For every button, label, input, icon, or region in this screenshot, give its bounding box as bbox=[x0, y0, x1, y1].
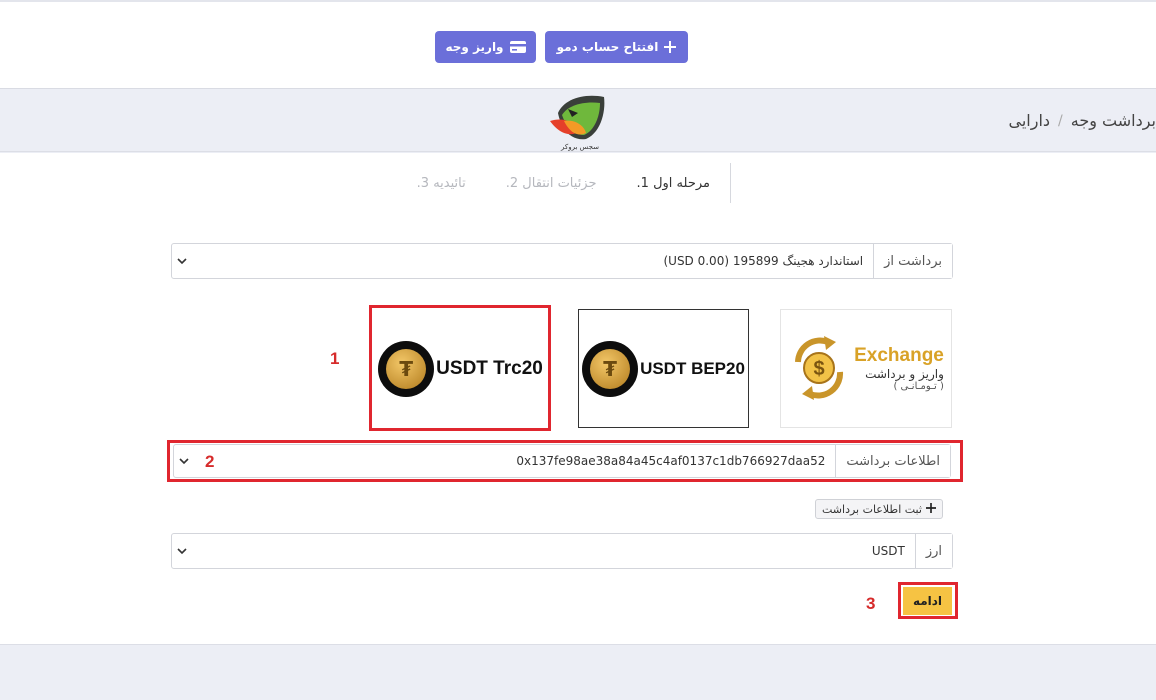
breadcrumb-bar: سجس بروکر برداشت وجه / دارایی bbox=[0, 89, 1156, 152]
top-bar: افتتاح حساب دمو واریز وجه bbox=[0, 0, 1156, 89]
method-usdt-bep20-label: USDT BEP20 bbox=[640, 358, 745, 378]
breadcrumb: برداشت وجه / دارایی bbox=[1009, 111, 1156, 130]
method-usdt-bep20[interactable]: ₮ USDT BEP20 bbox=[578, 309, 749, 428]
withdraw-from-value[interactable]: استاندارد هجینگ 195899 (USD 0.00) bbox=[192, 244, 873, 278]
deposit-label: واریز وجه bbox=[445, 40, 504, 54]
add-withdraw-info-label: ثبت اطلاعات برداشت bbox=[822, 502, 922, 516]
tether-coin-icon: ₮ bbox=[582, 340, 639, 397]
credit-card-icon bbox=[509, 41, 526, 53]
plus-icon bbox=[925, 502, 936, 516]
chevron-down-icon[interactable] bbox=[172, 244, 192, 278]
dollar-exchange-icon: $ bbox=[788, 332, 850, 406]
breadcrumb-previous[interactable]: دارایی bbox=[1009, 111, 1051, 130]
currency-select[interactable]: ارز USDT bbox=[171, 533, 953, 569]
highlight-box-1 bbox=[369, 305, 551, 431]
annotation-3: 3 bbox=[866, 594, 876, 613]
annotation-2: 2 bbox=[205, 452, 215, 471]
broker-logo[interactable]: سجس بروکر bbox=[544, 91, 612, 151]
highlight-box-2 bbox=[167, 440, 963, 482]
wizard-steps: مرحله اول 1. جزئیات انتقال 2. تائیدیه 3. bbox=[400, 163, 731, 203]
plus-icon bbox=[664, 41, 677, 53]
annotation-1: 1 bbox=[330, 349, 340, 368]
chevron-down-icon[interactable] bbox=[172, 534, 192, 568]
breadcrumb-current: برداشت وجه bbox=[1070, 111, 1156, 130]
withdraw-panel: مرحله اول 1. جزئیات انتقال 2. تائیدیه 3.… bbox=[0, 153, 1156, 645]
withdraw-from-select[interactable]: برداشت از استاندارد هجینگ 195899 (USD 0.… bbox=[171, 243, 953, 279]
currency-value[interactable]: USDT bbox=[192, 534, 915, 568]
exchange-subtitle: واریز و برداشت bbox=[865, 367, 944, 381]
breadcrumb-separator: / bbox=[1058, 112, 1063, 129]
step-3[interactable]: تائیدیه 3. bbox=[397, 176, 486, 191]
open-demo-account-button[interactable]: افتتاح حساب دمو bbox=[545, 31, 688, 63]
step-1[interactable]: مرحله اول 1. bbox=[617, 176, 730, 191]
step-2[interactable]: جزئیات انتقال 2. bbox=[486, 176, 617, 191]
add-withdraw-info-button[interactable]: ثبت اطلاعات برداشت bbox=[815, 499, 943, 519]
method-exchange-toman[interactable]: $ Exchange واریز و برداشت ( تـومـانـی ) bbox=[780, 309, 952, 428]
highlight-box-3 bbox=[898, 582, 958, 619]
svg-text:$: $ bbox=[814, 358, 825, 380]
open-demo-account-label: افتتاح حساب دمو bbox=[556, 40, 659, 54]
withdraw-from-label: برداشت از bbox=[873, 244, 952, 278]
deposit-button[interactable]: واریز وجه bbox=[435, 31, 536, 63]
currency-label: ارز bbox=[914, 534, 952, 568]
logo-text: سجس بروکر bbox=[560, 143, 599, 151]
exchange-subtitle-toman: ( تـومـانـی ) bbox=[893, 381, 944, 392]
exchange-title: Exchange bbox=[854, 345, 944, 366]
